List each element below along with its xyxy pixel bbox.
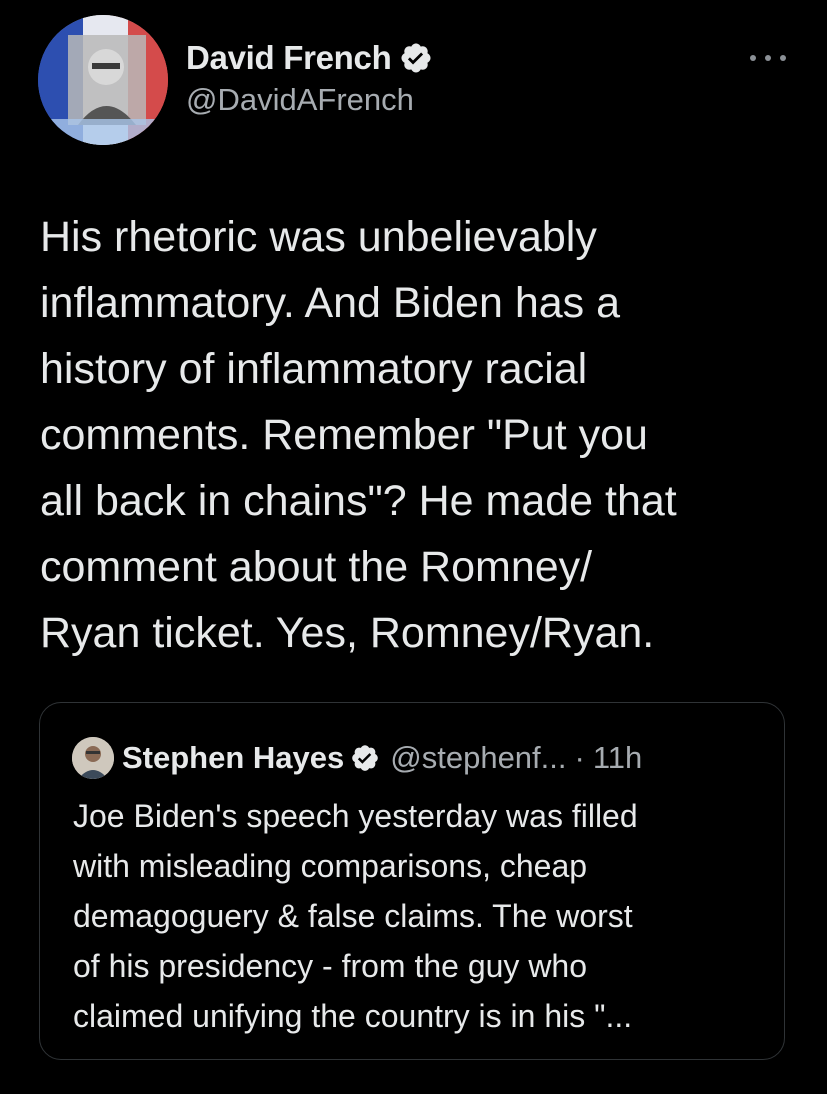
- more-dot: [750, 55, 756, 61]
- author-name[interactable]: David French: [186, 39, 392, 77]
- more-options-icon[interactable]: [750, 50, 786, 66]
- quoted-tweet-header: Stephen Hayes @stephenf... · 11h: [72, 735, 642, 781]
- verified-badge-icon: [352, 745, 379, 771]
- quoted-tweet-card[interactable]: Stephen Hayes @stephenf... · 11h Joe Bid…: [39, 702, 785, 1060]
- header-separator: ·: [574, 740, 585, 775]
- verified-badge-icon: [401, 43, 431, 73]
- profile-photo-icon: [38, 15, 168, 145]
- tweet-text: His rhetoric was unbelievably inflammato…: [40, 213, 677, 657]
- quoted-author-handle: @stephenf...: [390, 740, 567, 775]
- author-avatar[interactable]: [38, 15, 168, 145]
- tweet-header: David French @DavidAFrench: [38, 14, 788, 146]
- more-dot: [765, 55, 771, 61]
- author-name-row: David French: [186, 36, 433, 80]
- author-handle[interactable]: @DavidAFrench: [186, 82, 433, 118]
- more-dot: [780, 55, 786, 61]
- quoted-author-name: Stephen Hayes: [122, 740, 345, 775]
- quoted-author-avatar: [72, 737, 114, 779]
- quoted-tweet-timestamp: 11h: [592, 740, 643, 775]
- author-block: David French @DavidAFrench: [186, 36, 433, 118]
- quoted-tweet-text: Joe Biden's speech yesterday was filled …: [73, 798, 638, 1034]
- profile-photo-icon: [72, 737, 114, 779]
